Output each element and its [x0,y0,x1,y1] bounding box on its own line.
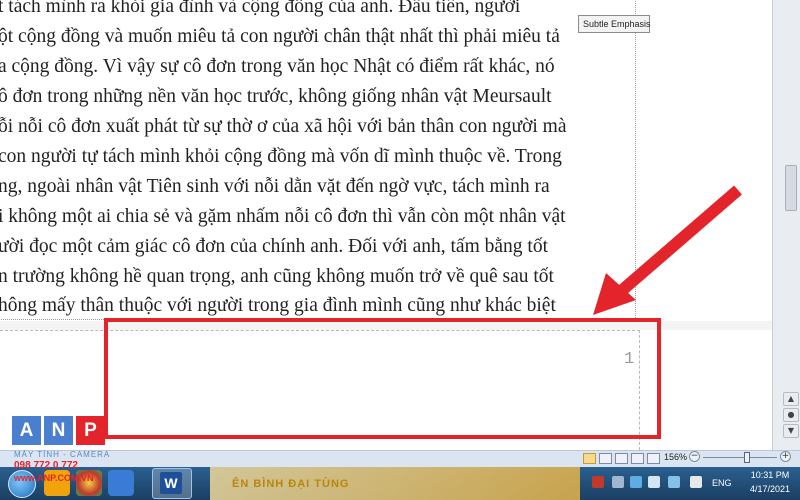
text-line: hông mấy thân thuộc với người trong gia … [0,295,556,316]
language-indicator[interactable]: ENG [712,478,732,488]
outline-view-button[interactable] [631,453,644,464]
style-tooltip: Subtle Emphasis [578,15,651,33]
document-area[interactable]: t tách mình ra khỏi gia đình và cộng đồn… [0,0,772,450]
volume-icon[interactable] [690,476,702,488]
text-line: ng, ngoài nhân vật Tiên sinh với nỗi dằn… [0,176,550,197]
logo-phone: 098 772 0 772 [14,460,78,471]
logo-letter-a: A [12,416,41,445]
next-page-button[interactable]: ▼ [783,424,799,438]
tray-icon[interactable] [648,476,660,488]
text-line: n trường không hề quan trọng, anh cũng k… [0,266,554,287]
web-layout-button[interactable] [615,453,628,464]
media-player-icon[interactable] [108,470,134,496]
bluetooth-icon[interactable] [668,476,680,488]
logo-letter-n: N [44,416,73,445]
full-screen-reading-button[interactable] [599,453,612,464]
logo-letter-p: P [76,416,105,445]
logo-website: www.ANP.COM.VN [14,473,94,483]
text-line: t tách mình ra khỏi gia đình và cộng đồn… [0,0,521,17]
clock-time[interactable]: 10:31 PM [745,470,795,480]
app-tray-icon[interactable] [592,476,604,488]
banner-text: ÊN BÌNH ĐẠI TÙNG [232,478,350,490]
text-line: a cộng đồng. Vì vậy sự cô đơn trong văn … [0,56,555,77]
network-icon[interactable] [630,476,642,488]
zoom-slider[interactable] [703,457,777,458]
logo-subtitle: MÁY TÍNH - CAMERA [14,450,111,459]
select-browse-object-button[interactable]: ● [783,408,799,422]
zoom-slider-thumb[interactable] [744,452,751,463]
tray-icon[interactable] [612,476,624,488]
text-line: ô đơn trong những nền văn học trước, khô… [0,86,552,107]
clock-date[interactable]: 4/17/2021 [745,484,795,494]
print-layout-view-button[interactable] [583,453,596,464]
zoom-out-button[interactable]: − [689,451,700,462]
text-line: ỗi nỗi cô đơn xuất phát từ sự thờ ơ của … [0,116,567,137]
footer-highlight-box [104,318,661,439]
text-line: i không một ai chia sẻ và gặm nhấm nỗi c… [0,206,566,227]
prev-page-button[interactable]: ▲ [783,392,799,406]
scrollbar-thumb[interactable] [785,165,797,211]
zoom-level[interactable]: 156% [664,452,687,462]
text-line: ười đọc một cảm giác cô đơn của chính an… [0,236,548,257]
microsoft-word-icon: W [160,472,182,494]
text-line: ột cộng đồng và muốn miêu tả con người c… [0,26,560,47]
zoom-in-button[interactable]: + [780,451,791,462]
body-text-area[interactable]: t tách mình ra khỏi gia đình và cộng đồn… [0,0,636,320]
draft-view-button[interactable] [647,453,660,464]
text-line: con người tự tách mình khỏi cộng đồng mà… [0,146,562,167]
vertical-scrollbar[interactable] [772,0,800,450]
